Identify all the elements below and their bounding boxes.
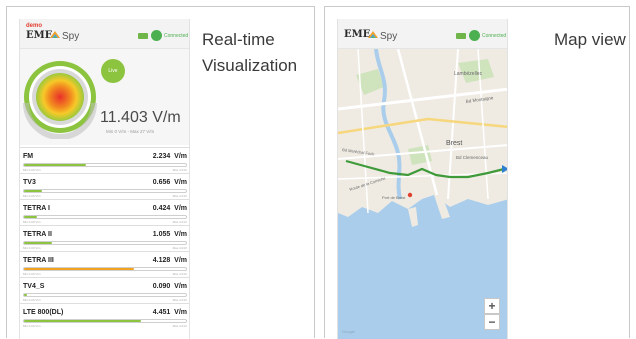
band-list: FM 2.234 V/m Min 0.00 V/m Max 4.01V TV3 0.656… [20, 147, 189, 329]
realtime-panel: demo EME Spy Connected Live 11.403 V/m M… [6, 6, 315, 339]
band-level-bar [23, 189, 187, 193]
band-level-fill [24, 190, 42, 192]
demo-label: demo [26, 23, 43, 29]
spy-logo-icon [50, 31, 60, 38]
band-row[interactable]: TV4_S 0.090 V/m Min 0.00 V/m Max 4.01V [20, 277, 189, 303]
band-max: Max 4.01V [172, 220, 187, 224]
band-row[interactable]: TETRA I 0.424 V/m Min 0.00 V/m Max 4.01V [20, 199, 189, 225]
band-name: TETRA I [23, 205, 50, 212]
band-name: TV4_S [23, 283, 45, 290]
band-level-bar [23, 293, 187, 297]
band-value: 2.234 V/m [152, 153, 187, 160]
band-max: Max 4.01V [172, 298, 187, 302]
bluetooth-icon[interactable] [151, 30, 162, 41]
band-min: Min 0.00 V/m [23, 272, 41, 276]
band-value: 0.090 V/m [152, 283, 187, 290]
band-min: Min 0.00 V/m [23, 220, 41, 224]
band-value: 1.055 V/m [152, 231, 187, 238]
band-level-bar [23, 163, 187, 167]
band-min: Min 0.00 V/m [23, 298, 41, 302]
band-level-bar [23, 241, 187, 245]
map-canvas[interactable]: Lambézellec Bd Montaigne Brest Bd Clemen… [338, 49, 508, 339]
band-max: Max 4.01V [172, 246, 187, 250]
band-level-fill [24, 242, 52, 244]
brand-spy: Spy [62, 31, 80, 42]
connection-status: Connected [482, 33, 507, 39]
field-strength-value: 11.403 V/m [100, 109, 181, 126]
band-name: LTE 800(DL) [23, 309, 64, 316]
band-row[interactable]: TV3 0.656 V/m Min 0.00 V/m Max 4.01V [20, 173, 189, 199]
band-min: Min 0.00 V/m [23, 246, 41, 250]
phone-screen-map: EME Spy Connected Lambézellec Bd Montaig… [337, 19, 508, 339]
band-level-fill [24, 216, 37, 218]
gauge-dial [23, 61, 97, 139]
phone-screen-realtime: demo EME Spy Connected Live 11.403 V/m M… [19, 19, 190, 339]
band-max: Max 4.01V [172, 324, 187, 328]
band-max: Max 4.01V [172, 194, 187, 198]
place-marker-icon[interactable] [407, 192, 413, 198]
app-header: EME Spy Connected [338, 19, 507, 49]
band-value: 0.424 V/m [152, 205, 187, 212]
band-min: Min 0.00 V/m [23, 194, 41, 198]
live-badge[interactable]: Live [101, 59, 125, 83]
battery-icon [456, 33, 466, 39]
zoom-out-button[interactable]: − [484, 314, 500, 330]
zoom-in-button[interactable]: + [484, 298, 500, 314]
battery-icon [138, 33, 148, 39]
band-name: TETRA II [23, 231, 52, 238]
band-value: 0.656 V/m [152, 179, 187, 186]
band-name: TETRA III [23, 257, 54, 264]
band-max: Max 4.01V [172, 168, 187, 172]
connection-status: Connected [164, 33, 189, 39]
band-level-fill [24, 294, 28, 296]
map-view[interactable]: Lambézellec Bd Montaigne Brest Bd Clemen… [338, 49, 508, 339]
band-max: Max 4.01V [172, 272, 187, 276]
band-level-fill [24, 164, 86, 166]
map-panel: EME Spy Connected Lambézellec Bd Montaig… [324, 6, 630, 339]
map-label-lambezellec: Lambézellec [454, 71, 483, 77]
map-attribution: Google [342, 329, 356, 334]
band-row[interactable]: LTE 800(DL) 4.451 V/m Min 0.00 V/m Max 4.01… [20, 303, 189, 329]
map-label-clemenceau: Bd Clemenceau [456, 155, 489, 160]
map-label-port: Port de Brest [382, 195, 406, 200]
band-min: Min 0.00 V/m [23, 168, 41, 172]
band-row[interactable]: TETRA III 4.128 V/m Min 0.00 V/m Max 4.01V [20, 251, 189, 277]
bluetooth-icon[interactable] [469, 30, 480, 41]
gauge-area: Live 11.403 V/m Min 0 V/m - Max 27 V/m [20, 49, 189, 145]
band-name: FM [23, 153, 34, 160]
spy-logo-icon [368, 31, 378, 38]
band-level-bar [23, 319, 187, 323]
field-strength-range: Min 0 V/m - Max 27 V/m [106, 129, 155, 134]
band-min: Min 0.00 V/m [23, 324, 41, 328]
band-level-bar [23, 267, 187, 271]
app-header: demo EME Spy Connected [20, 19, 189, 49]
map-label-brest: Brest [446, 140, 462, 147]
band-level-fill [24, 320, 141, 322]
band-name: TV3 [23, 179, 36, 186]
band-row[interactable]: FM 2.234 V/m Min 0.00 V/m Max 4.01V [20, 147, 189, 173]
map-caption: Map view [554, 30, 626, 49]
brand-spy: Spy [380, 31, 398, 42]
band-value: 4.128 V/m [152, 257, 187, 264]
realtime-caption: Real-time Visualization [202, 30, 298, 75]
band-level-bar [23, 215, 187, 219]
band-level-fill [24, 268, 135, 270]
band-value: 4.451 V/m [152, 309, 187, 316]
band-row[interactable]: TETRA II 1.055 V/m Min 0.00 V/m Max 4.01V [20, 225, 189, 251]
